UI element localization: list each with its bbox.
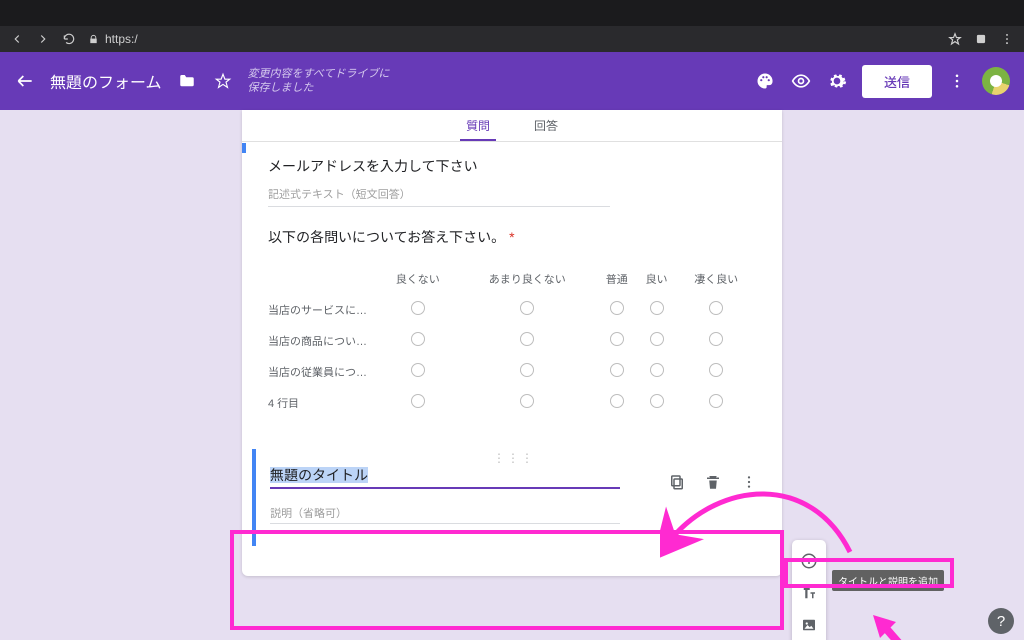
- back-arrow-icon[interactable]: [14, 70, 36, 92]
- grid-col-label: 凄く良い: [676, 271, 756, 287]
- form-title[interactable]: 無題のフォーム: [50, 69, 162, 93]
- radio[interactable]: [610, 332, 624, 346]
- tab-responses[interactable]: 回答: [534, 110, 558, 141]
- bookmark-icon[interactable]: [948, 32, 962, 46]
- radio[interactable]: [411, 363, 425, 377]
- palette-icon[interactable]: [754, 70, 776, 92]
- preview-icon[interactable]: [790, 70, 812, 92]
- star-icon[interactable]: [212, 70, 234, 92]
- radio[interactable]: [709, 301, 723, 315]
- section-accent: [242, 143, 246, 153]
- card-tabs: 質問 回答: [242, 110, 782, 142]
- radio[interactable]: [709, 363, 723, 377]
- add-image-icon[interactable]: [800, 616, 818, 634]
- more-icon[interactable]: [946, 70, 968, 92]
- question-grid[interactable]: 以下の各問いについてお答え下さい。* 良くない あまり良くない 普通 良い 凄く…: [242, 213, 782, 431]
- settings-icon[interactable]: [826, 70, 848, 92]
- grid-header-row: 良くない あまり良くない 普通 良い 凄く良い: [268, 271, 756, 287]
- radio[interactable]: [411, 301, 425, 315]
- grid-row-label: 当店のサービスに…: [268, 301, 378, 318]
- send-button[interactable]: 送信: [862, 65, 932, 98]
- question-email[interactable]: メールアドレスを入力して下さい 記述式テキスト（短文回答）: [242, 142, 782, 213]
- title-description-block[interactable]: ⋮⋮⋮ 無題のタイトル 説明（省略可）: [252, 449, 772, 546]
- radio[interactable]: [709, 332, 723, 346]
- section-title-input[interactable]: 無題のタイトル: [270, 463, 620, 489]
- grid-row-label: 4 行目: [268, 394, 378, 411]
- radio[interactable]: [650, 363, 664, 377]
- form-card: 質問 回答 メールアドレスを入力して下さい 記述式テキスト（短文回答） 以下の各…: [242, 110, 782, 576]
- add-question-icon[interactable]: [800, 552, 818, 570]
- radio[interactable]: [411, 394, 425, 408]
- lock-icon: [88, 34, 99, 45]
- question-title: メールアドレスを入力して下さい: [268, 156, 756, 176]
- app-header: 無題のフォーム 変更内容をすべてドライブに 保存しました 送信: [0, 52, 1024, 110]
- radio[interactable]: [610, 363, 624, 377]
- grid-row: 当店の商品につい…: [268, 332, 756, 349]
- grid-row: 当店の従業員につ…: [268, 363, 756, 380]
- extensions-icon[interactable]: [974, 32, 988, 46]
- url-text: https:/: [105, 32, 138, 46]
- menu-icon[interactable]: [1000, 32, 1014, 46]
- required-asterisk: *: [509, 229, 514, 245]
- avatar[interactable]: [982, 67, 1010, 95]
- help-fab[interactable]: ?: [988, 608, 1014, 634]
- grid-row: 当店のサービスに…: [268, 301, 756, 318]
- short-answer-placeholder: 記述式テキスト（短文回答）: [268, 186, 610, 207]
- radio[interactable]: [650, 301, 664, 315]
- annotation-arrow-icon: [868, 610, 928, 640]
- grid-col-label: 良い: [637, 271, 677, 287]
- radio[interactable]: [650, 332, 664, 346]
- grid-col-label: あまり良くない: [458, 271, 597, 287]
- radio[interactable]: [650, 394, 664, 408]
- radio[interactable]: [610, 301, 624, 315]
- save-status: 変更内容をすべてドライブに 保存しました: [248, 67, 390, 96]
- add-title-icon[interactable]: [800, 584, 818, 602]
- reload-icon[interactable]: [62, 32, 76, 46]
- floating-toolbox: [792, 540, 826, 640]
- delete-icon[interactable]: [704, 473, 722, 491]
- forward-icon[interactable]: [36, 32, 50, 46]
- radio[interactable]: [520, 301, 534, 315]
- grid-row-label: 当店の従業員につ…: [268, 363, 378, 380]
- canvas: 質問 回答 メールアドレスを入力して下さい 記述式テキスト（短文回答） 以下の各…: [0, 110, 1024, 640]
- address-bar[interactable]: https:/: [88, 32, 138, 46]
- folder-icon[interactable]: [176, 70, 198, 92]
- grid-row: 4 行目: [268, 394, 756, 411]
- section-desc-input[interactable]: 説明（省略可）: [270, 505, 620, 524]
- tooltip: タイトルと説明を追加: [832, 570, 944, 591]
- overflow-icon[interactable]: [740, 473, 758, 491]
- back-icon[interactable]: [10, 32, 24, 46]
- tab-questions[interactable]: 質問: [466, 110, 490, 141]
- grid-row-label: 当店の商品につい…: [268, 332, 378, 349]
- grid-table: 良くない あまり良くない 普通 良い 凄く良い 当店のサービスに… 当店の商品に…: [268, 257, 756, 425]
- browser-toolbar: https:/: [0, 26, 1024, 52]
- radio[interactable]: [520, 332, 534, 346]
- grid-col-label: 普通: [597, 271, 637, 287]
- radio[interactable]: [520, 363, 534, 377]
- question-title: 以下の各問いについてお答え下さい。*: [268, 227, 756, 247]
- radio[interactable]: [520, 394, 534, 408]
- drag-handle-icon[interactable]: ⋮⋮⋮: [493, 451, 535, 465]
- grid-col-label: 良くない: [378, 271, 458, 287]
- radio[interactable]: [610, 394, 624, 408]
- radio[interactable]: [709, 394, 723, 408]
- block-tools: [668, 473, 758, 491]
- radio[interactable]: [411, 332, 425, 346]
- duplicate-icon[interactable]: [668, 473, 686, 491]
- browser-tab-strip: [0, 0, 1024, 26]
